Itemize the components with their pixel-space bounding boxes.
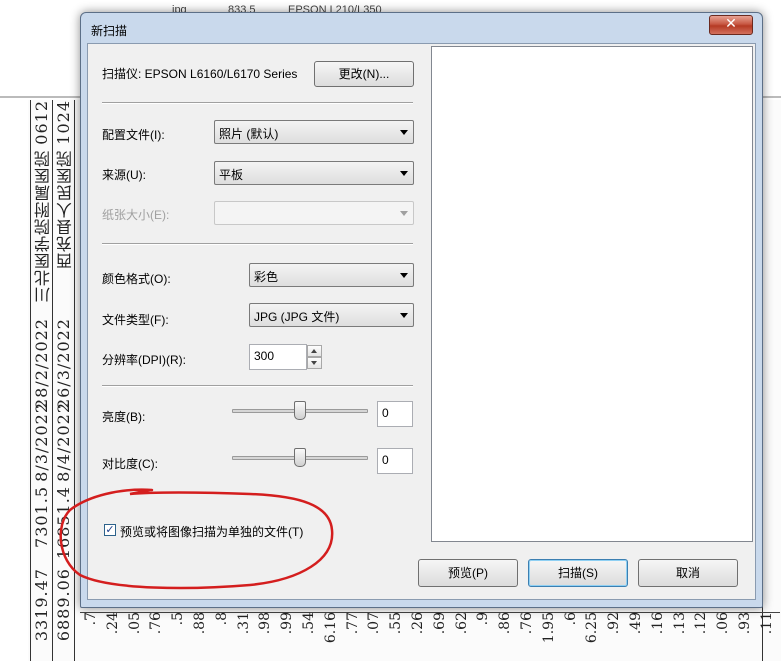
color-format-value: 彩色 xyxy=(254,270,279,284)
profile-label: 配置文件(I): xyxy=(102,128,165,142)
bg-number-cell: .77 xyxy=(344,612,361,635)
chevron-down-icon xyxy=(400,211,408,216)
bg-cell-text: 6889.06 xyxy=(54,568,73,642)
close-button[interactable]: ✕ xyxy=(709,15,753,35)
dialog-title: 新扫描 xyxy=(91,24,128,38)
spin-down-icon[interactable] xyxy=(307,357,322,369)
bg-number-cell: .93 xyxy=(737,612,753,635)
source-dropdown[interactable]: 平板 xyxy=(214,161,414,185)
resolution-input[interactable]: 300 xyxy=(249,344,307,370)
contrast-slider-thumb[interactable] xyxy=(294,448,306,467)
change-scanner-button[interactable]: 更改(N)... xyxy=(314,61,414,87)
contrast-input[interactable]: 0 xyxy=(377,448,413,474)
bg-number-cell: .6 xyxy=(562,612,579,626)
bg-number-cell: .13 xyxy=(671,612,688,635)
bg-cell-text: 8/3/2022 xyxy=(32,402,51,482)
contrast-label: 对比度(C): xyxy=(102,457,158,471)
bg-cell-text: 7301.5 xyxy=(32,486,51,548)
separate-files-checkbox[interactable]: ✓ xyxy=(104,524,116,536)
bg-number-cell: 1.95 xyxy=(540,612,557,644)
bg-number-cell: .9 xyxy=(475,612,492,626)
scan-button[interactable]: 扫描(S) xyxy=(528,559,628,587)
chevron-down-icon xyxy=(400,171,408,176)
separate-files-label[interactable]: 预览或将图像扫描为单独的文件(T) xyxy=(120,523,303,540)
brightness-slider-thumb[interactable] xyxy=(294,401,306,420)
bg-number-cell: .86 xyxy=(497,612,514,635)
file-type-label: 文件类型(F): xyxy=(102,313,169,327)
bg-number-cell: .16 xyxy=(649,612,666,635)
cancel-button[interactable]: 取消 xyxy=(638,559,738,587)
bg-number-cell: .06 xyxy=(715,612,732,635)
bg-number-cell: .31 xyxy=(235,612,252,635)
new-scan-dialog: 新扫描 ✕ 扫描仪: EPSON L6160/L6170 Series 更改(N… xyxy=(80,12,763,608)
source-label: 来源(U): xyxy=(102,168,146,182)
bg-cell-text: 0612 xyxy=(32,100,51,145)
bg-number-cell: .62 xyxy=(453,612,470,635)
bg-cell-text: 28/2/2022 xyxy=(32,318,51,410)
color-format-label: 颜色格式(O): xyxy=(102,272,171,286)
bg-number-cell: .55 xyxy=(388,612,405,635)
bg-number-cell: .99 xyxy=(279,612,296,635)
resolution-spinner[interactable] xyxy=(307,345,322,369)
scan-preview-pane xyxy=(431,46,753,542)
chevron-down-icon xyxy=(400,130,408,135)
chevron-down-icon xyxy=(400,273,408,278)
bg-number-cell: 6.16 xyxy=(322,612,339,644)
bg-number-cell: .8 xyxy=(213,612,230,626)
bg-cell-text: 川北医学院附属医院 xyxy=(34,150,53,303)
bg-number-cell: .49 xyxy=(628,612,644,635)
bg-number-cell: .05 xyxy=(126,612,143,635)
bg-number-cell: .88 xyxy=(192,612,208,635)
bg-number-cell: .92 xyxy=(606,612,623,635)
brightness-input[interactable]: 0 xyxy=(377,401,413,427)
resolution-label: 分辨率(DPI)(R): xyxy=(102,353,186,367)
scanner-label: 扫描仪: EPSON L6160/L6170 Series xyxy=(102,67,298,81)
bg-number-cell: .69 xyxy=(431,612,448,635)
bg-cell-text: 西充县人民医院 xyxy=(56,150,75,269)
brightness-label: 亮度(B): xyxy=(102,410,146,424)
separator xyxy=(102,385,413,387)
bg-bottom-number-row: .7 .24 .05 .76 .5 .88 .8 .31 .98 .99 .54 6.16 .77 .07… xyxy=(80,612,780,661)
separator xyxy=(102,102,413,104)
chevron-down-icon xyxy=(400,313,408,318)
dialog-content: 扫描仪: EPSON L6160/L6170 Series 更改(N)... 配… xyxy=(87,43,756,600)
bg-number-cell: .76 xyxy=(519,612,535,635)
profile-value: 照片 (默认) xyxy=(219,127,279,141)
bg-grid-line xyxy=(30,100,31,661)
bg-number-cell: .11 xyxy=(758,612,775,635)
bg-cell-text: 8/4/2022 xyxy=(54,402,73,482)
separator xyxy=(102,243,413,245)
bg-number-cell: .07 xyxy=(366,612,383,635)
bg-cell-text: 3319.47 xyxy=(32,568,51,642)
spin-up-icon[interactable] xyxy=(307,345,322,357)
bg-cell-text: 1024 xyxy=(54,100,73,145)
bg-number-cell: .76 xyxy=(148,612,165,635)
bg-number-cell: .7 xyxy=(83,612,99,626)
profile-dropdown[interactable]: 照片 (默认) xyxy=(214,120,414,144)
paper-size-dropdown xyxy=(214,201,414,225)
file-type-dropdown[interactable]: JPG (JPG 文件) xyxy=(249,303,414,327)
paper-size-label: 纸张大小(E): xyxy=(102,208,170,222)
bg-cell-text: 26/3/2022 xyxy=(54,318,73,410)
bg-number-cell: 6.25 xyxy=(584,612,601,644)
bg-number-cell: .12 xyxy=(693,612,710,635)
bg-number-cell: .5 xyxy=(170,612,187,626)
bg-number-cell: .24 xyxy=(104,612,121,635)
source-value: 平板 xyxy=(219,168,244,182)
bg-number-cell: .98 xyxy=(257,612,274,635)
preview-button[interactable]: 预览(P) xyxy=(418,559,518,587)
file-type-value: JPG (JPG 文件) xyxy=(254,310,340,324)
bg-number-cell: .26 xyxy=(410,612,426,635)
bg-cell-text: 16851.4 xyxy=(54,486,73,560)
color-format-dropdown[interactable]: 彩色 xyxy=(249,263,414,287)
bg-number-cell: .54 xyxy=(301,612,317,635)
